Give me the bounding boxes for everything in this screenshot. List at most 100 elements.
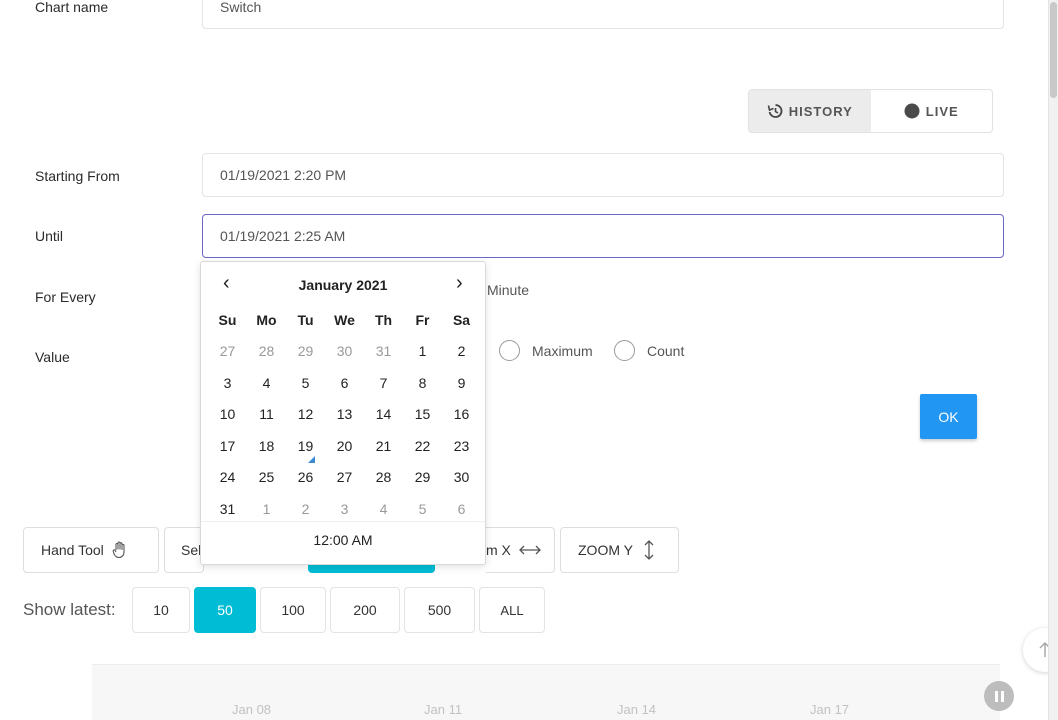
radio-circle[interactable]: [499, 340, 520, 361]
calendar-day[interactable]: 14: [364, 406, 403, 422]
latest-option-100[interactable]: 100: [260, 587, 326, 633]
live-label: LIVE: [925, 103, 959, 119]
pause-button[interactable]: [984, 681, 1014, 711]
pause-icon-bar: [994, 690, 998, 702]
calendar-day-outside-month[interactable]: 30: [325, 343, 364, 359]
calendar-day[interactable]: 11: [247, 406, 286, 422]
zoom-y-button[interactable]: ZOOM Y: [560, 527, 679, 573]
calendar-day[interactable]: 27: [325, 469, 364, 485]
latest-option-500[interactable]: 500: [404, 587, 475, 633]
calendar-day-outside-month[interactable]: 1: [247, 501, 286, 517]
until-input[interactable]: 01/19/2021 2:25 AM: [202, 214, 1004, 258]
history-button[interactable]: HISTORY: [749, 90, 871, 132]
x-tick-label: Jan 17: [810, 702, 850, 717]
history-label: HISTORY: [788, 103, 853, 119]
chart-area[interactable]: [92, 664, 1000, 720]
starting-from-input[interactable]: 01/19/2021 2:20 PM: [202, 153, 1004, 197]
calendar-day[interactable]: 31: [208, 501, 247, 517]
calendar-day-outside-month[interactable]: 29: [286, 343, 325, 359]
zoom-x-button[interactable]: m X: [486, 527, 555, 573]
chart-name-input[interactable]: Switch: [202, 0, 1004, 29]
calendar-day-outside-month[interactable]: 5: [403, 501, 442, 517]
calendar-week-row: 17 18 19 20 21 22 23: [208, 430, 481, 463]
vertical-arrows-icon: [644, 540, 654, 560]
latest-option-all[interactable]: ALL: [479, 587, 545, 633]
calendar-day[interactable]: 5: [286, 375, 325, 391]
zoom-y-label: ZOOM Y: [578, 542, 633, 558]
calendar-day-outside-month[interactable]: 6: [442, 501, 481, 517]
radio-count[interactable]: Count: [614, 340, 684, 361]
radio-circle[interactable]: [614, 340, 635, 361]
weekday-label: We: [334, 311, 355, 328]
weekday-header-row: Su Mo Tu We Th Fr Sa: [208, 304, 481, 336]
calendar-day-outside-month[interactable]: 3: [325, 501, 364, 517]
calendar-week-row: 3456789: [208, 367, 481, 399]
calendar-day[interactable]: 4: [247, 375, 286, 391]
hand-tool-button[interactable]: Hand Tool: [23, 527, 159, 573]
latest-option-50[interactable]: 50: [194, 587, 256, 633]
chart-name-label: Chart name: [35, 0, 109, 15]
calendar-day[interactable]: 16: [442, 406, 481, 422]
calendar-day[interactable]: 20: [325, 438, 364, 454]
select-tool-button[interactable]: Sel: [164, 527, 204, 573]
show-latest-label: Show latest:: [23, 600, 116, 619]
calendar-day[interactable]: 13: [325, 406, 364, 422]
calendar-day[interactable]: 30: [442, 469, 481, 485]
calendar-day[interactable]: 2: [442, 343, 481, 359]
calendar-day[interactable]: 23: [442, 438, 481, 454]
calendar-day[interactable]: 3: [208, 375, 247, 391]
calendar-day-outside-month[interactable]: 2: [286, 501, 325, 517]
calendar-day-outside-month[interactable]: 4: [364, 501, 403, 517]
history-icon: [767, 104, 783, 118]
calendar-month-title: January 2021: [298, 277, 388, 293]
calendar-week-row: 24 25 26 27 28 29 30: [208, 462, 481, 494]
calendar-day[interactable]: 9: [442, 375, 481, 391]
calendar-day[interactable]: 10: [208, 406, 247, 422]
for-every-label: For Every: [35, 289, 96, 305]
calendar-day[interactable]: 28: [364, 469, 403, 485]
latest-option-200[interactable]: 200: [330, 587, 400, 633]
interval-unit-value[interactable]: Minute: [487, 282, 529, 298]
calendar-day[interactable]: 18: [247, 438, 286, 454]
calendar-day[interactable]: 7: [364, 375, 403, 391]
calendar-day[interactable]: 21: [364, 438, 403, 454]
latest-option-10[interactable]: 10: [132, 587, 190, 633]
x-tick-label: Jan 14: [617, 702, 657, 717]
calendar-day[interactable]: 19: [286, 438, 325, 463]
ok-button[interactable]: OK: [920, 394, 977, 439]
calendar-day-outside-month[interactable]: 28: [247, 343, 286, 359]
live-button[interactable]: LIVE: [871, 90, 993, 132]
next-month-icon[interactable]: ›: [456, 272, 463, 295]
calendar-day[interactable]: 22: [403, 438, 442, 454]
calendar-day[interactable]: 8: [403, 375, 442, 391]
calendar-day[interactable]: 12: [286, 406, 325, 422]
weekday-label: Su: [218, 311, 237, 328]
calendar-day[interactable]: 15: [403, 406, 442, 422]
calendar-day[interactable]: 6: [325, 375, 364, 391]
calendar-day[interactable]: 24: [208, 469, 247, 485]
calendar-day-outside-month[interactable]: 27: [208, 343, 247, 359]
page-scrollbar[interactable]: [1048, 0, 1058, 720]
select-tool-label: Sel: [181, 542, 202, 558]
calendar-grid: Su Mo Tu We Th Fr Sa 27 28 29 30 31 1 2 3 4 5 6 7 8 9 10 11 12 1…: [208, 304, 481, 525]
value-label: Value: [35, 349, 70, 365]
x-tick-label: Jan 08: [232, 702, 272, 717]
time-selector[interactable]: 12:00 AM: [201, 532, 485, 548]
date-picker-popup: ‹ January 2021 › Su Mo Tu We Th Fr Sa 27 28 29 30 3…: [200, 261, 486, 565]
weekday-label: Sa: [452, 311, 471, 328]
radio-label: Maximum: [532, 342, 593, 359]
live-dot-icon: [904, 103, 920, 119]
radio-maximum[interactable]: Maximum: [499, 340, 593, 361]
weekday-label: Tu: [297, 311, 314, 328]
calendar-day[interactable]: 29: [403, 469, 442, 485]
weekday-label: Th: [374, 311, 393, 328]
scrollbar-thumb[interactable]: [1050, 2, 1057, 98]
calendar-day[interactable]: 26: [286, 469, 325, 485]
horizontal-arrows-icon: [518, 545, 541, 555]
calendar-day[interactable]: 25: [247, 469, 286, 485]
calendar-divider: [201, 521, 485, 522]
mode-toggle: HISTORY LIVE: [748, 89, 993, 133]
calendar-day-outside-month[interactable]: 31: [364, 343, 403, 359]
calendar-day[interactable]: 1: [403, 343, 442, 359]
calendar-day[interactable]: 17: [208, 438, 247, 454]
